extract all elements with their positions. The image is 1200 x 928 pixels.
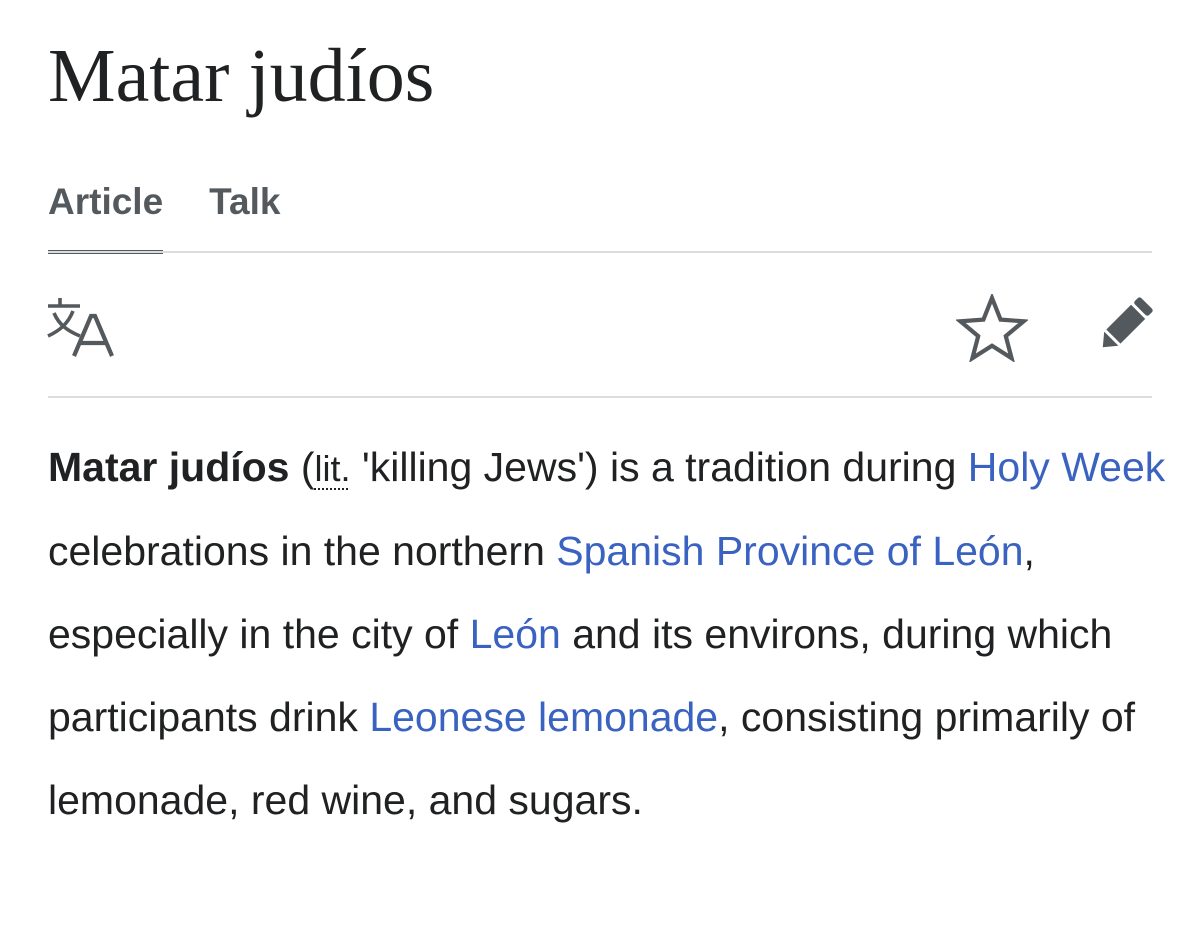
- pencil-icon[interactable]: [1090, 294, 1158, 358]
- article-lead-paragraph: Matar judíos (lit. 'killing Jews') is a …: [48, 426, 1168, 842]
- star-icon[interactable]: [956, 294, 1028, 362]
- toolbar-divider: [48, 396, 1152, 398]
- language-icon[interactable]: [44, 294, 116, 360]
- page-title: Matar judíos: [48, 34, 435, 118]
- paren-open: (: [289, 444, 315, 490]
- tab-talk[interactable]: Talk: [209, 176, 280, 250]
- page-tabs: Article Talk: [48, 176, 280, 254]
- article-term: Matar judíos: [48, 444, 290, 490]
- text-segment-2: celebrations in the northern: [48, 528, 557, 574]
- tabs-divider: [48, 251, 1152, 253]
- link-holy-week[interactable]: Holy Week: [968, 444, 1165, 490]
- link-spanish-province-of-leon[interactable]: Spanish Province of León: [556, 528, 1023, 574]
- literally-abbreviation[interactable]: lit.: [315, 448, 351, 489]
- gloss-text: 'killing Jews') is a tradition during: [350, 444, 968, 490]
- tab-article[interactable]: Article: [48, 176, 164, 254]
- link-leon[interactable]: León: [470, 611, 561, 657]
- link-leonese-lemonade[interactable]: Leonese lemonade: [369, 694, 718, 740]
